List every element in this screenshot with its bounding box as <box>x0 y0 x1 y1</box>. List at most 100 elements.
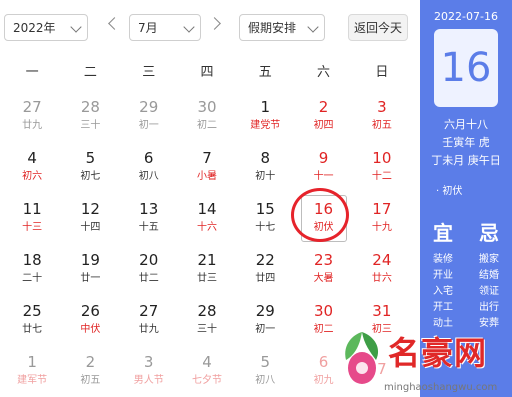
day-cell[interactable]: 27 廿九 <box>120 294 178 345</box>
day-cell[interactable]: 4 初六 <box>3 141 61 192</box>
lunar-label: 初九 <box>313 375 334 386</box>
yi-column: 宜 装修 开业 入宅 开工 动土 <box>420 217 466 332</box>
lunar-label: 廿二 <box>138 273 159 284</box>
day-cell[interactable]: 22 廿四 <box>236 243 294 294</box>
day-cell[interactable]: 30 初二 <box>178 90 236 141</box>
day-cell[interactable]: 5 初七 <box>61 141 119 192</box>
lunar-label: 初一 <box>255 324 276 335</box>
lunar-label: 初八 <box>138 171 159 182</box>
lunar-label: 廿九 <box>22 120 43 131</box>
day-number: 4 <box>202 353 212 371</box>
lunar-label: 初伏 <box>313 222 334 233</box>
day-cell[interactable]: 25 廿七 <box>3 294 61 345</box>
weekday-label: 六 <box>317 64 331 80</box>
day-cell[interactable]: 10 十二 <box>353 141 411 192</box>
chevron-down-icon <box>70 21 82 33</box>
day-number: 28 <box>197 302 217 320</box>
holiday-select[interactable]: 假期安排 <box>239 14 325 41</box>
calendar-toolbar: 2022年 7月 假期安排 返回今天 <box>0 0 420 50</box>
lunar-label: 初二 <box>313 324 334 335</box>
day-cell[interactable]: 14 十六 <box>178 192 236 243</box>
day-cell[interactable]: 6 初八 <box>120 141 178 192</box>
lunar-label: 廿七 <box>22 324 43 335</box>
chevron-down-icon <box>307 21 319 33</box>
watermark-url: minghaoshangwu.com <box>384 382 498 393</box>
lunar-label: 十一 <box>313 171 334 182</box>
ji-item: 搬家 <box>479 254 499 265</box>
day-number: 21 <box>197 251 217 269</box>
ji-column: 忌 搬家 结婚 领证 出行 安葬 <box>466 217 512 332</box>
day-cell[interactable]: 20 廿二 <box>120 243 178 294</box>
yi-ji-list: 宜 装修 开业 入宅 开工 动土 忌 搬家 结婚 领证 出行 安葬 <box>420 217 512 332</box>
day-cell[interactable]: 2 初四 <box>294 90 352 141</box>
lunar-label: 初二 <box>196 120 217 131</box>
day-cell[interactable]: 24 廿六 <box>353 243 411 294</box>
lunar-label: 廿九 <box>138 324 159 335</box>
lunar-label: 廿三 <box>196 273 217 284</box>
lunar-label: 初四 <box>313 120 334 131</box>
prev-month-icon[interactable] <box>108 17 121 30</box>
lunar-label: 三十 <box>80 120 101 131</box>
day-cell[interactable]: 1 建党节 <box>236 90 294 141</box>
day-number: 1 <box>260 98 271 116</box>
ji-heading: 忌 <box>479 221 499 245</box>
lunar-label: 十三 <box>22 222 43 233</box>
day-cell[interactable]: 18 二十 <box>3 243 61 294</box>
day-cell[interactable]: 4 七夕节 <box>178 345 236 396</box>
selected-date: 2022-07-16 <box>434 10 498 23</box>
selected-day-number: 16 <box>434 29 498 107</box>
day-cell[interactable]: 2 初五 <box>61 345 119 396</box>
month-day-ganzhi: 丁未月 庚午日 <box>431 154 501 167</box>
weekday-label: 三 <box>142 64 156 80</box>
day-cell[interactable]: 23 大暑 <box>294 243 352 294</box>
ji-item: 出行 <box>479 302 499 313</box>
day-cell[interactable]: 26 中伏 <box>61 294 119 345</box>
day-number: 4 <box>27 149 37 167</box>
day-cell[interactable]: 5 初八 <box>236 345 294 396</box>
day-cell[interactable]: 3 初五 <box>353 90 411 141</box>
day-cell[interactable]: 7 小暑 <box>178 141 236 192</box>
day-cell[interactable]: 29 初一 <box>236 294 294 345</box>
day-cell[interactable]: 9 十一 <box>294 141 352 192</box>
day-cell[interactable]: 28 三十 <box>178 294 236 345</box>
watermark-brand: 名豪网 <box>388 334 488 372</box>
day-number: 18 <box>22 251 42 269</box>
lunar-label: 初五 <box>80 375 101 386</box>
day-cell-selected[interactable]: 16 初伏 <box>294 192 352 243</box>
day-number: 17 <box>372 200 392 218</box>
day-number: 13 <box>139 200 159 218</box>
day-cell[interactable]: 11 十三 <box>3 192 61 243</box>
day-cell[interactable]: 15 十七 <box>236 192 294 243</box>
day-number: 28 <box>80 98 100 116</box>
day-number: 11 <box>22 200 42 218</box>
day-cell[interactable]: 21 廿三 <box>178 243 236 294</box>
lunar-label: 小暑 <box>196 171 217 182</box>
weekday-label: 二 <box>83 64 97 80</box>
day-cell[interactable]: 8 初十 <box>236 141 294 192</box>
lunar-label: 十二 <box>371 171 392 182</box>
holiday-select-value: 假期安排 <box>248 21 297 35</box>
lunar-label: 初五 <box>371 120 392 131</box>
day-number: 2 <box>85 353 96 371</box>
day-cell[interactable]: 27 廿九 <box>3 90 61 141</box>
next-month-icon[interactable] <box>208 17 221 30</box>
day-cell[interactable]: 17 十九 <box>353 192 411 243</box>
day-cell[interactable]: 13 十五 <box>120 192 178 243</box>
day-number: 8 <box>260 149 271 167</box>
lunar-label: 十五 <box>138 222 159 233</box>
month-select[interactable]: 7月 <box>129 14 201 41</box>
year-select-value: 2022年 <box>13 21 56 35</box>
day-cell[interactable]: 12 十四 <box>61 192 119 243</box>
day-cell[interactable]: 28 三十 <box>61 90 119 141</box>
yi-item: 入宅 <box>433 286 453 297</box>
back-to-today-button[interactable]: 返回今天 <box>348 14 408 41</box>
year-select[interactable]: 2022年 <box>4 14 88 41</box>
weekday-label: 五 <box>258 64 272 80</box>
day-cell[interactable]: 19 廿一 <box>61 243 119 294</box>
day-number: 20 <box>139 251 159 269</box>
day-cell[interactable]: 29 初一 <box>120 90 178 141</box>
day-cell[interactable]: 1 建军节 <box>3 345 61 396</box>
day-number: 2 <box>318 98 329 116</box>
day-number: 5 <box>85 149 96 167</box>
day-cell[interactable]: 3 男人节 <box>120 345 178 396</box>
